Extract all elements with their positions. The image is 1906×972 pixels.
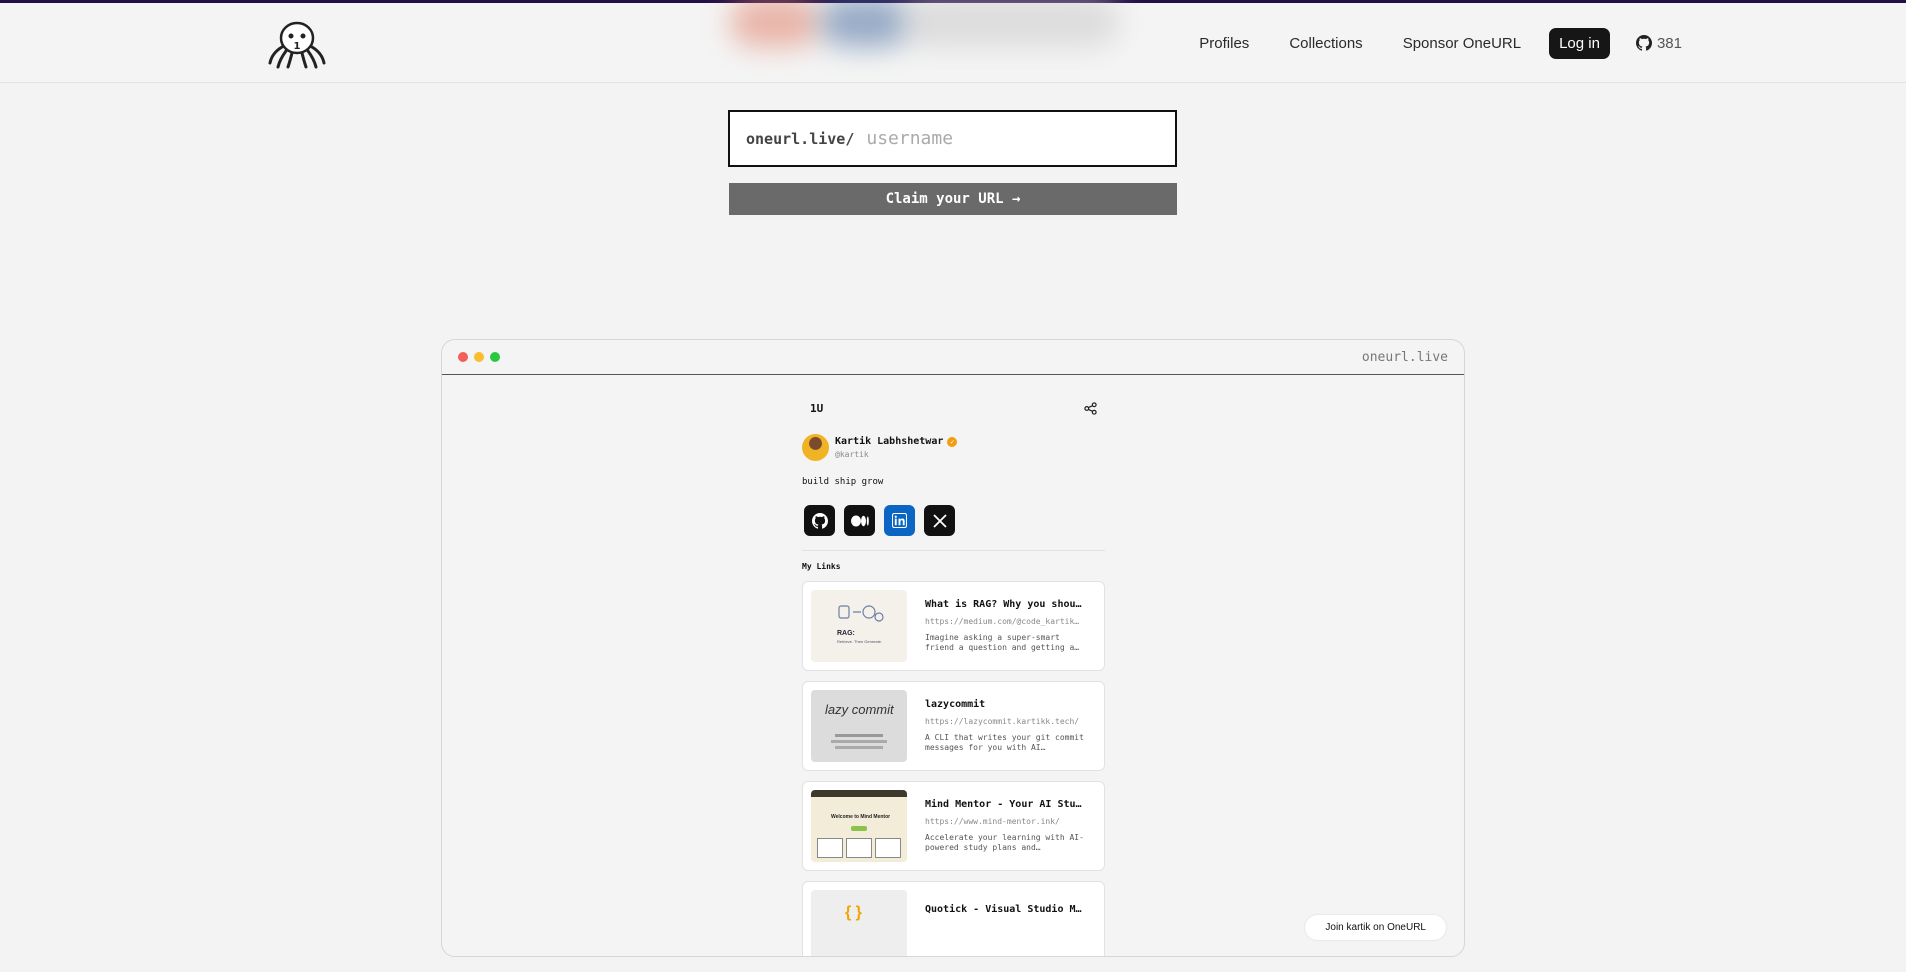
profile-topbar: 1U: [802, 396, 1105, 420]
social-links: [802, 505, 1105, 536]
github-icon: [1635, 35, 1652, 51]
thumb-text-line: [831, 740, 887, 743]
window-minimize-dot: [474, 352, 484, 362]
thumb-card: [875, 838, 901, 858]
link-description: [925, 929, 1087, 949]
profile-bio: build ship grow: [802, 477, 884, 487]
share-icon[interactable]: [1084, 401, 1097, 415]
link-url: https://medium.com/@code_kartik…: [925, 617, 1080, 626]
link-card-rag[interactable]: RAG: Retrieve. Then Generate. What is RA…: [802, 581, 1105, 671]
thumb-cta: [851, 826, 867, 831]
header-blur-decoration: [730, 0, 820, 47]
header-blur-decoration: [820, 0, 910, 47]
x-icon: [932, 513, 947, 528]
main-nav: Profiles Collections Sponsor OneURL Log …: [1199, 3, 1682, 83]
x-social-button[interactable]: [924, 505, 955, 536]
github-stars-link[interactable]: 381: [1635, 34, 1682, 52]
link-card-lazycommit[interactable]: lazy commit lazycommit https://lazycommi…: [802, 681, 1105, 771]
profile-handle: @kartik: [835, 450, 869, 459]
browser-titlebar: oneurl.live: [442, 340, 1464, 375]
medium-social-button[interactable]: [844, 505, 875, 536]
profile-name: Kartik Labhshetwar ✓: [835, 436, 958, 447]
header-blur-decoration: [900, 0, 1120, 47]
link-card-mind-mentor[interactable]: Welcome to Mind Mentor Mind Mentor - You…: [802, 781, 1105, 871]
github-icon: [811, 512, 828, 529]
link-title: What is RAG? Why you should…: [925, 599, 1087, 610]
link-title: lazycommit: [925, 699, 986, 710]
profile-name-text: Kartik Labhshetwar: [835, 436, 944, 447]
thumb-rag-sub: Retrieve. Then Generate.: [837, 639, 883, 644]
thumb-lazy-label: lazy commit: [825, 702, 894, 717]
profile-user: Kartik Labhshetwar ✓ @kartik: [802, 434, 1105, 461]
quotick-logo-icon: { }: [845, 904, 862, 921]
claim-url-field: oneurl.live/: [728, 110, 1177, 167]
thumb-text-line: [835, 746, 883, 749]
browser-url: oneurl.live: [1361, 349, 1448, 365]
thumb-navbar: [811, 790, 907, 797]
nav-profiles[interactable]: Profiles: [1199, 35, 1249, 52]
nav-collections[interactable]: Collections: [1289, 35, 1362, 52]
username-input[interactable]: [866, 128, 1167, 149]
join-oneurl-button[interactable]: Join kartik on OneURL: [1305, 915, 1446, 940]
verified-badge-icon: ✓: [947, 436, 958, 447]
avatar: [802, 434, 829, 461]
thumb-rag-label: RAG:: [837, 630, 855, 637]
link-title: Mind Mentor - Your AI Study…: [925, 799, 1087, 810]
rag-illustration-icon: [838, 605, 884, 622]
medium-icon: [850, 515, 869, 526]
window-maximize-dot: [490, 352, 500, 362]
link-thumbnail: { }: [811, 890, 907, 956]
browser-preview: oneurl.live 1U Kartik Labhshetwar ✓ @kar…: [441, 339, 1465, 957]
profile-divider: [802, 550, 1105, 551]
link-card-quotick[interactable]: { } Quotick - Visual Studio Mar…: [802, 881, 1105, 956]
site-header: 1 Profiles Collections Sponsor OneURL Lo…: [0, 0, 1906, 83]
svg-text:1: 1: [294, 41, 301, 52]
link-thumbnail: Welcome to Mind Mentor: [811, 790, 907, 862]
github-social-button[interactable]: [804, 505, 835, 536]
link-url: https://www.mind-mentor.ink/: [925, 817, 1060, 826]
claim-url-button[interactable]: Claim your URL →: [729, 183, 1177, 215]
link-description: A CLI that writes your git commit messag…: [925, 733, 1084, 752]
github-star-count: 381: [1656, 34, 1682, 52]
link-description: Accelerate your learning with AI-powered…: [925, 833, 1084, 852]
thumb-text-line: [835, 734, 883, 737]
my-links-heading: My Links: [802, 562, 841, 571]
window-close-dot: [458, 352, 468, 362]
profile-mini-logo: 1U: [810, 401, 824, 415]
linkedin-social-button[interactable]: [884, 505, 915, 536]
link-description: Imagine asking a super-smart friend a qu…: [925, 633, 1080, 652]
link-thumbnail: lazy commit: [811, 690, 907, 762]
thumb-card: [846, 838, 872, 858]
link-title: Quotick - Visual Studio Mar…: [925, 903, 1087, 915]
link-url: https://lazycommit.kartikk.tech/: [925, 717, 1080, 726]
thumb-mind-label: Welcome to Mind Mentor: [831, 814, 891, 820]
nav-sponsor[interactable]: Sponsor OneURL: [1403, 35, 1521, 52]
oneurl-octopus-logo[interactable]: 1: [264, 19, 330, 69]
login-button[interactable]: Log in: [1549, 27, 1610, 59]
linkedin-icon: [892, 513, 907, 528]
thumb-card: [817, 838, 843, 858]
link-thumbnail: RAG: Retrieve. Then Generate.: [811, 590, 907, 662]
profile-preview: 1U Kartik Labhshetwar ✓ @kartik build sh…: [802, 396, 1105, 956]
url-prefix: oneurl.live/: [746, 129, 855, 148]
